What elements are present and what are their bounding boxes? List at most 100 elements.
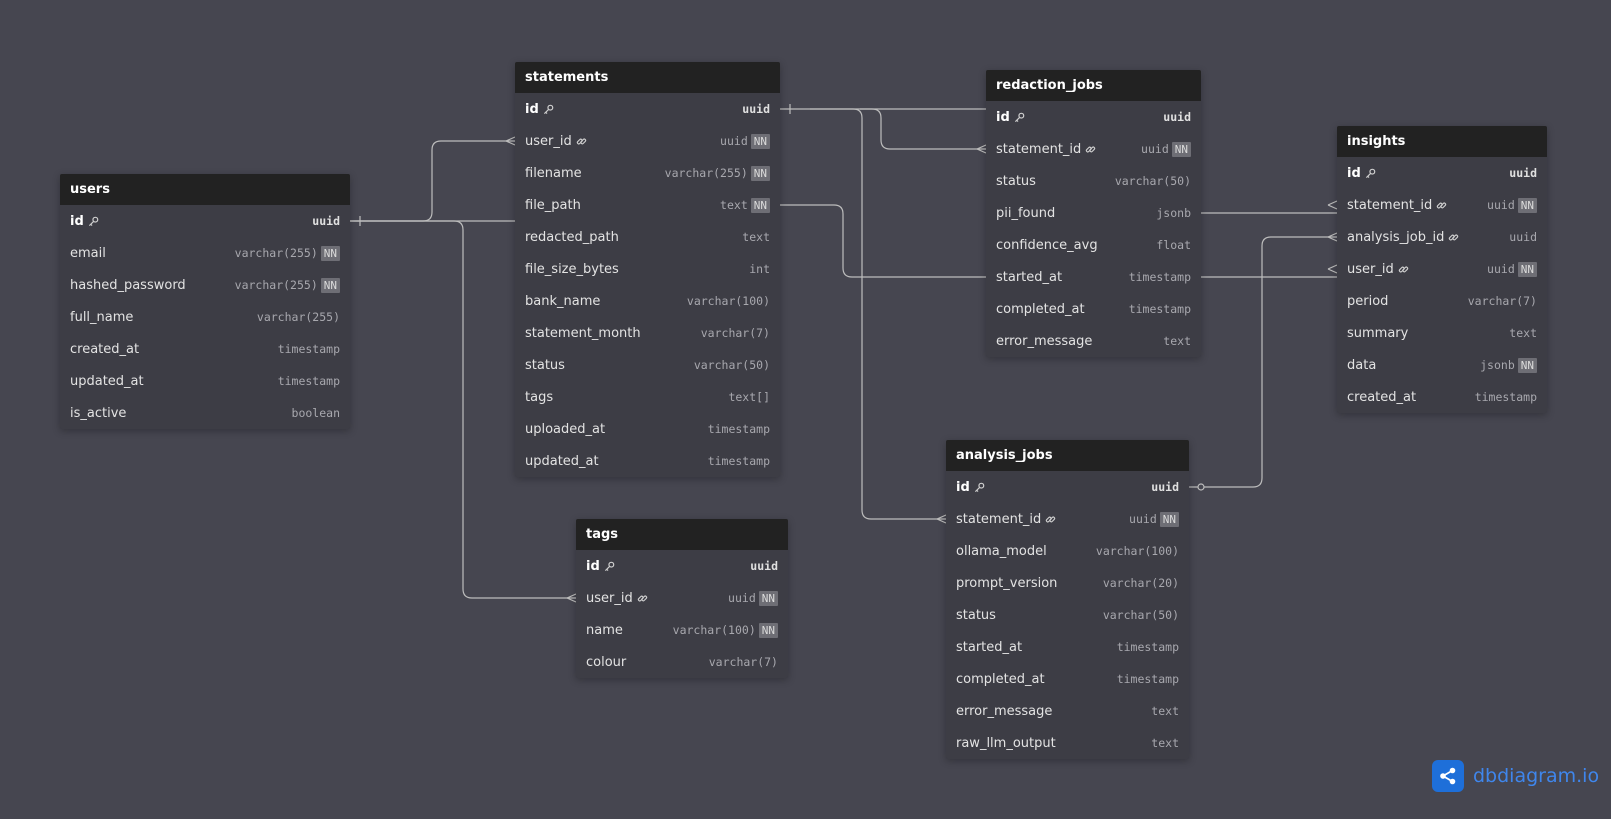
field-row[interactable]: id uuid (515, 93, 780, 125)
field-row[interactable]: data jsonb NN (1337, 349, 1547, 381)
field-type: varchar(50) (693, 358, 770, 372)
field-meta: varchar(100) (1096, 544, 1179, 558)
field-row[interactable]: period varchar(7) (1337, 285, 1547, 317)
field-name: id (996, 110, 1025, 125)
field-row[interactable]: prompt_version varchar(20) (946, 567, 1189, 599)
field-row[interactable]: raw_llm_output text (946, 727, 1189, 759)
field-type: uuid (1163, 110, 1191, 124)
field-meta: uuid (1163, 110, 1191, 124)
field-name: created_at (70, 342, 139, 357)
field-name-text: statement_id (996, 141, 1082, 157)
table-header[interactable]: redaction_jobs (986, 70, 1201, 101)
field-row[interactable]: started_at timestamp (946, 631, 1189, 663)
field-row[interactable]: summary text (1337, 317, 1547, 349)
field-row[interactable]: id uuid (946, 471, 1189, 503)
table-header[interactable]: analysis_jobs (946, 440, 1189, 471)
brand-logo[interactable]: dbdiagram.io (1432, 760, 1599, 792)
field-type: uuid (742, 102, 770, 116)
table-header[interactable]: users (60, 174, 350, 205)
field-row[interactable]: confidence_avg float (986, 229, 1201, 261)
field-meta: text (1151, 736, 1179, 750)
field-name: updated_at (70, 374, 144, 389)
field-row[interactable]: created_at timestamp (60, 333, 350, 365)
table-tags[interactable]: tags id uuid user_id uuid NN name varchar(100) N… (576, 519, 788, 678)
table-redaction-jobs[interactable]: redaction_jobs id uuid statement_id uuid NN st… (986, 70, 1201, 357)
field-row[interactable]: id uuid (60, 205, 350, 237)
not-null-badge: NN (750, 197, 770, 213)
field-row[interactable]: bank_name varchar(100) (515, 285, 780, 317)
field-row[interactable]: completed_at timestamp (986, 293, 1201, 325)
field-name: redacted_path (525, 230, 619, 245)
field-row[interactable]: status varchar(50) (946, 599, 1189, 631)
field-row[interactable]: updated_at timestamp (60, 365, 350, 397)
field-name: file_path (525, 198, 581, 213)
field-row[interactable]: user_id uuid NN (1337, 253, 1547, 285)
field-name: email (70, 246, 106, 261)
field-name: ollama_model (956, 544, 1047, 559)
field-type: varchar(7) (700, 326, 770, 340)
table-users[interactable]: users id uuid email varchar(255) NN hashed_pas… (60, 174, 350, 429)
field-row[interactable]: file_size_bytes int (515, 253, 780, 285)
field-row[interactable]: updated_at timestamp (515, 445, 780, 477)
field-name-text: user_id (586, 590, 633, 606)
field-row[interactable]: completed_at timestamp (946, 663, 1189, 695)
field-name-text: completed_at (956, 671, 1045, 687)
table-header[interactable]: statements (515, 62, 780, 93)
field-row[interactable]: error_message text (986, 325, 1201, 357)
field-row[interactable]: ollama_model varchar(100) (946, 535, 1189, 567)
field-row[interactable]: id uuid (576, 550, 788, 582)
field-row[interactable]: tags text[] (515, 381, 780, 413)
field-row[interactable]: error_message text (946, 695, 1189, 727)
field-name-text: status (956, 607, 996, 623)
field-row[interactable]: statement_month varchar(7) (515, 317, 780, 349)
field-name: hashed_password (70, 278, 186, 293)
table-analysis-jobs[interactable]: analysis_jobs id uuid statement_id uuid NN oll… (946, 440, 1189, 759)
field-type: varchar(100) (1095, 544, 1179, 558)
link-icon (576, 136, 587, 147)
table-statements[interactable]: statements id uuid user_id uuid NN filename var… (515, 62, 780, 477)
field-row[interactable]: created_at timestamp (1337, 381, 1547, 413)
field-row[interactable]: email varchar(255) NN (60, 237, 350, 269)
field-row[interactable]: analysis_job_id uuid (1337, 221, 1547, 253)
field-row[interactable]: name varchar(100) NN (576, 614, 788, 646)
field-row[interactable]: colour varchar(7) (576, 646, 788, 678)
field-row[interactable]: id uuid (986, 101, 1201, 133)
field-row[interactable]: id uuid (1337, 157, 1547, 189)
share-icon (1432, 760, 1464, 792)
field-name: statement_id (996, 142, 1096, 157)
field-row[interactable]: statement_id uuid NN (1337, 189, 1547, 221)
field-name: bank_name (525, 294, 600, 309)
field-name: created_at (1347, 390, 1416, 405)
field-row[interactable]: full_name varchar(255) (60, 301, 350, 333)
field-row[interactable]: statement_id uuid NN (946, 503, 1189, 535)
field-meta: uuid (1151, 480, 1179, 494)
field-type: varchar(255) (664, 166, 748, 180)
field-row[interactable]: redacted_path text (515, 221, 780, 253)
field-row[interactable]: status varchar(50) (986, 165, 1201, 197)
field-row[interactable]: user_id uuid NN (576, 582, 788, 614)
field-row[interactable]: status varchar(50) (515, 349, 780, 381)
table-header[interactable]: insights (1337, 126, 1547, 157)
field-type: varchar(7) (1467, 294, 1537, 308)
field-row[interactable]: uploaded_at timestamp (515, 413, 780, 445)
field-type: varchar(255) (234, 246, 318, 260)
table-header[interactable]: tags (576, 519, 788, 550)
field-row[interactable]: filename varchar(255) NN (515, 157, 780, 189)
field-name-text: data (1347, 357, 1377, 373)
field-meta: uuid NN (720, 133, 770, 149)
field-meta: varchar(20) (1103, 576, 1179, 590)
table-insights[interactable]: insights id uuid statement_id uuid NN analysis… (1337, 126, 1547, 413)
field-row[interactable]: file_path text NN (515, 189, 780, 221)
brand-name: dbdiagram.io (1473, 765, 1600, 787)
field-row[interactable]: pii_found jsonb (986, 197, 1201, 229)
field-row[interactable]: statement_id uuid NN (986, 133, 1201, 165)
field-row[interactable]: started_at timestamp (986, 261, 1201, 293)
field-meta: uuid (742, 102, 770, 116)
field-row[interactable]: is_active boolean (60, 397, 350, 429)
field-meta: uuid (1509, 230, 1537, 244)
field-meta: varchar(50) (694, 358, 770, 372)
field-name-text: updated_at (525, 453, 599, 469)
field-row[interactable]: hashed_password varchar(255) NN (60, 269, 350, 301)
field-row[interactable]: user_id uuid NN (515, 125, 780, 157)
field-name: started_at (956, 640, 1022, 655)
